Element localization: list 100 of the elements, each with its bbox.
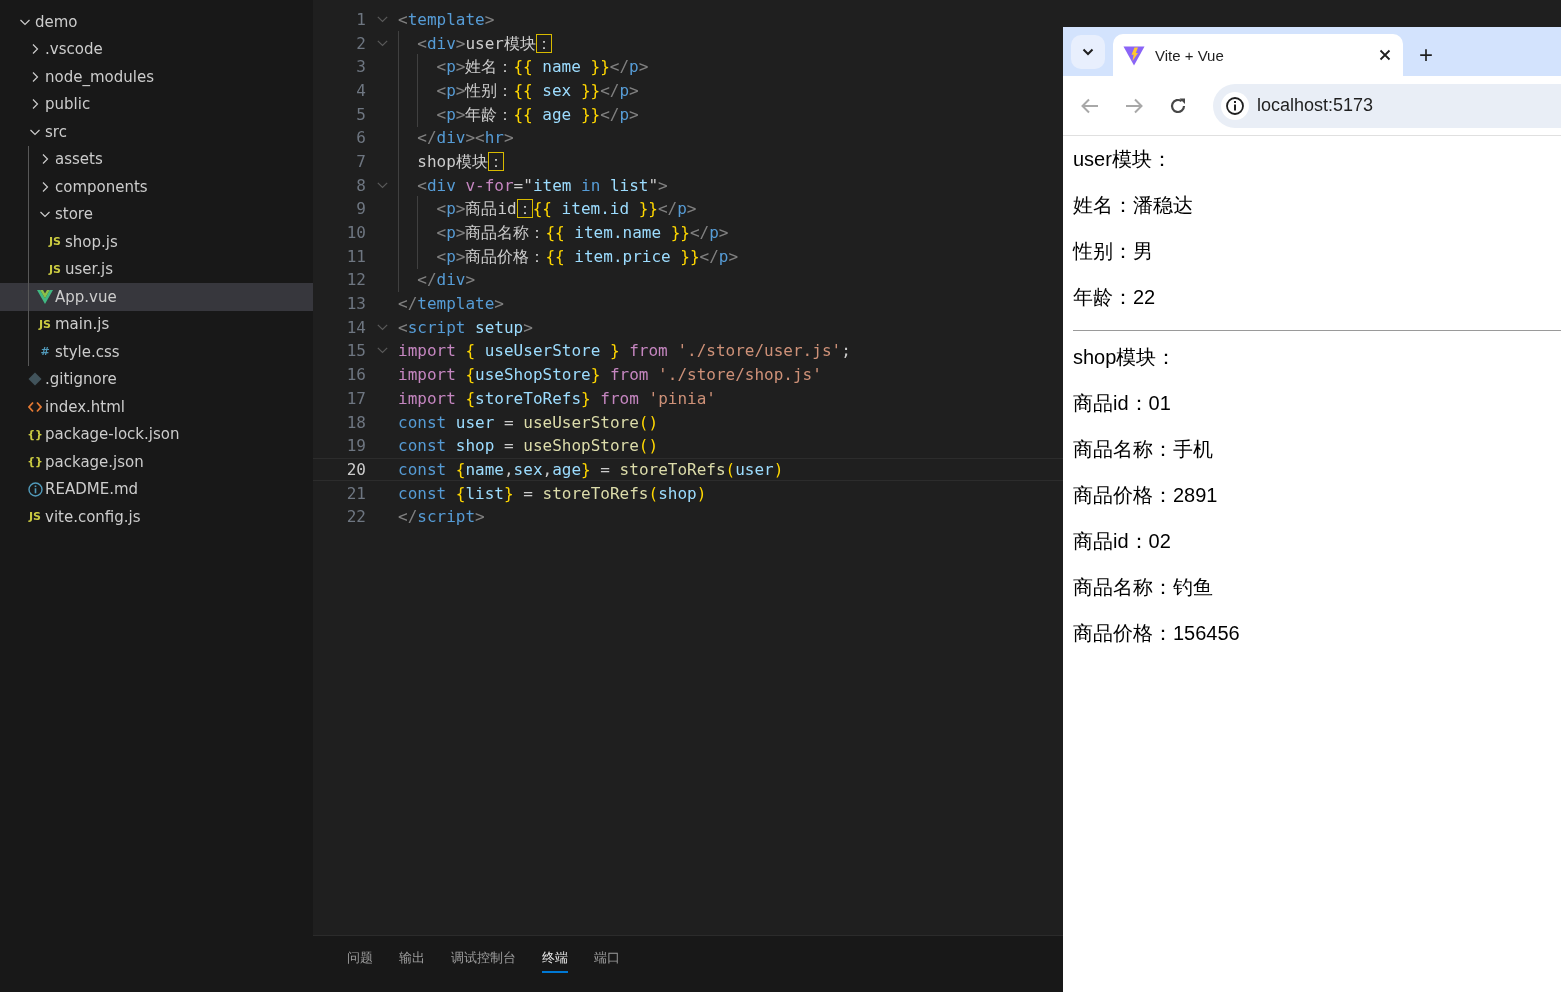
file-tree-item[interactable]: demo <box>0 8 313 36</box>
file-tree-item[interactable]: README.md <box>0 475 313 503</box>
file-tree-item[interactable]: .vscode <box>0 35 313 63</box>
panel-tab[interactable]: 问题 <box>347 936 373 973</box>
code-brackets-icon <box>28 400 42 413</box>
file-tree-item[interactable]: node_modules <box>0 63 313 91</box>
line-number: 17 <box>345 388 366 408</box>
code-line: <script setup> <box>398 316 533 339</box>
tab-list-button[interactable] <box>1071 35 1105 69</box>
fold-chevron-icon[interactable] <box>376 15 388 23</box>
file-type-icon: {} <box>27 456 43 468</box>
line-number: 5 <box>355 104 366 124</box>
diamond-icon <box>28 372 42 387</box>
file-type-icon: JS <box>39 318 51 330</box>
line-number: 3 <box>355 57 366 77</box>
code-line: const {name,sex,age} = storeToRefs(user) <box>398 458 784 481</box>
file-type-icon: JS <box>49 263 61 275</box>
file-tree-item[interactable]: App.vue <box>0 283 313 311</box>
code-line: const {list} = storeToRefs(shop) <box>398 482 707 505</box>
line-number: 4 <box>355 80 366 100</box>
code-line: <p>年龄：{{ age }}</p> <box>398 102 639 126</box>
vite-logo-icon <box>1123 44 1145 66</box>
line-number: 1 <box>355 9 366 29</box>
new-tab-button[interactable]: + <box>1411 40 1441 70</box>
code-line: </div> <box>398 268 476 292</box>
file-tree-item[interactable]: index.html <box>0 393 313 421</box>
file-type-icon: {} <box>27 428 43 440</box>
code-line: shop模块： <box>398 149 504 173</box>
line-number: 15 <box>345 341 366 361</box>
line-number: 8 <box>355 175 366 195</box>
code-line: import { useUserStore } from './store/user.js'; <box>398 340 851 363</box>
line-number: 7 <box>355 151 366 171</box>
code-line: import {useShopStore} from './store/shop.js' <box>398 364 822 387</box>
file-tree-item[interactable]: # style.css <box>0 338 313 366</box>
page-text: user模块： <box>1073 147 1173 172</box>
fold-chevron-icon[interactable] <box>376 181 388 189</box>
page-text: 商品id：01 <box>1073 391 1172 416</box>
file-tree-item[interactable]: src <box>0 118 313 146</box>
file-type-icon: # <box>40 346 50 358</box>
file-tree-item[interactable]: .gitignore <box>0 365 313 393</box>
file-tree-item[interactable]: {}package-lock.json <box>0 420 313 448</box>
code-line: <p>商品名称：{{ item.name }}</p> <box>398 221 729 245</box>
line-number: 13 <box>345 294 366 314</box>
fold-chevron-icon[interactable] <box>376 323 388 331</box>
panel-tab[interactable]: 输出 <box>399 936 425 973</box>
file-type-icon: JS <box>29 511 41 523</box>
line-number: 12 <box>345 270 366 290</box>
page-text: 年龄：22 <box>1073 285 1157 310</box>
page-text: 商品价格：2891 <box>1073 483 1219 508</box>
file-tree-item[interactable]: assets <box>0 145 313 173</box>
code-line: <p>商品价格：{{ item.price }}</p> <box>398 244 739 268</box>
reload-icon[interactable] <box>1169 96 1187 115</box>
line-number: 2 <box>355 33 366 53</box>
info-icon[interactable] <box>1221 91 1249 120</box>
line-number: 18 <box>345 412 366 432</box>
code-line: </template> <box>398 293 504 316</box>
file-tree-item[interactable]: JS vite.config.js <box>0 503 313 531</box>
line-number: 10 <box>345 223 366 243</box>
code-line: <p>性别：{{ sex }}</p> <box>398 78 639 102</box>
page-text: 性别：男 <box>1073 239 1154 264</box>
file-tree-item[interactable]: public <box>0 90 313 118</box>
file-tree-item[interactable]: JS user.js <box>0 255 313 283</box>
code-line: <template> <box>398 8 495 31</box>
code-line: <div v-for="item in list"> <box>398 173 668 197</box>
caret-icon <box>1082 48 1094 56</box>
v-logo-icon <box>37 289 53 304</box>
panel-tab[interactable]: 端口 <box>594 936 620 973</box>
code-line: </div><hr> <box>398 126 514 150</box>
page-text: 商品价格：156456 <box>1073 621 1241 646</box>
file-tree-item[interactable]: {}package.json <box>0 448 313 476</box>
page-text: 商品名称：钓鱼 <box>1073 575 1214 600</box>
panel-tab[interactable]: 调试控制台 <box>451 936 516 973</box>
line-number: 14 <box>345 317 366 337</box>
address-bar[interactable]: localhost:5173 <box>1213 83 1561 128</box>
code-line: <div>user模块： <box>398 31 552 55</box>
line-number: 9 <box>355 199 366 219</box>
file-tree-item[interactable]: JS shop.js <box>0 228 313 256</box>
page-text: shop模块： <box>1073 345 1178 370</box>
line-number: 19 <box>345 436 366 456</box>
file-type-icon: JS <box>49 236 61 248</box>
browser-tab[interactable]: Vite + Vue <box>1113 34 1403 76</box>
line-number: 6 <box>355 128 366 148</box>
line-number: 22 <box>345 507 366 527</box>
info-icon <box>27 481 43 497</box>
tab-title: Vite + Vue <box>1155 46 1225 64</box>
code-line: const user = useUserStore() <box>398 411 659 434</box>
panel-tab[interactable]: 终端 <box>542 936 568 973</box>
close-icon[interactable] <box>1379 49 1391 61</box>
code-line: import {storeToRefs} from 'pinia' <box>398 387 716 410</box>
file-tree-item[interactable]: store <box>0 200 313 228</box>
line-number: 16 <box>345 365 366 385</box>
fold-chevron-icon[interactable] <box>376 347 388 355</box>
line-number: 20 <box>345 459 366 479</box>
code-line: <p>姓名：{{ name }}</p> <box>398 55 649 79</box>
line-number: 21 <box>345 483 366 503</box>
file-tree-item[interactable]: components <box>0 173 313 201</box>
line-number: 11 <box>345 246 366 266</box>
page-text: 姓名：潘稳达 <box>1073 193 1194 218</box>
fold-chevron-icon[interactable] <box>376 39 388 47</box>
file-tree-item[interactable]: JS main.js <box>0 310 313 338</box>
